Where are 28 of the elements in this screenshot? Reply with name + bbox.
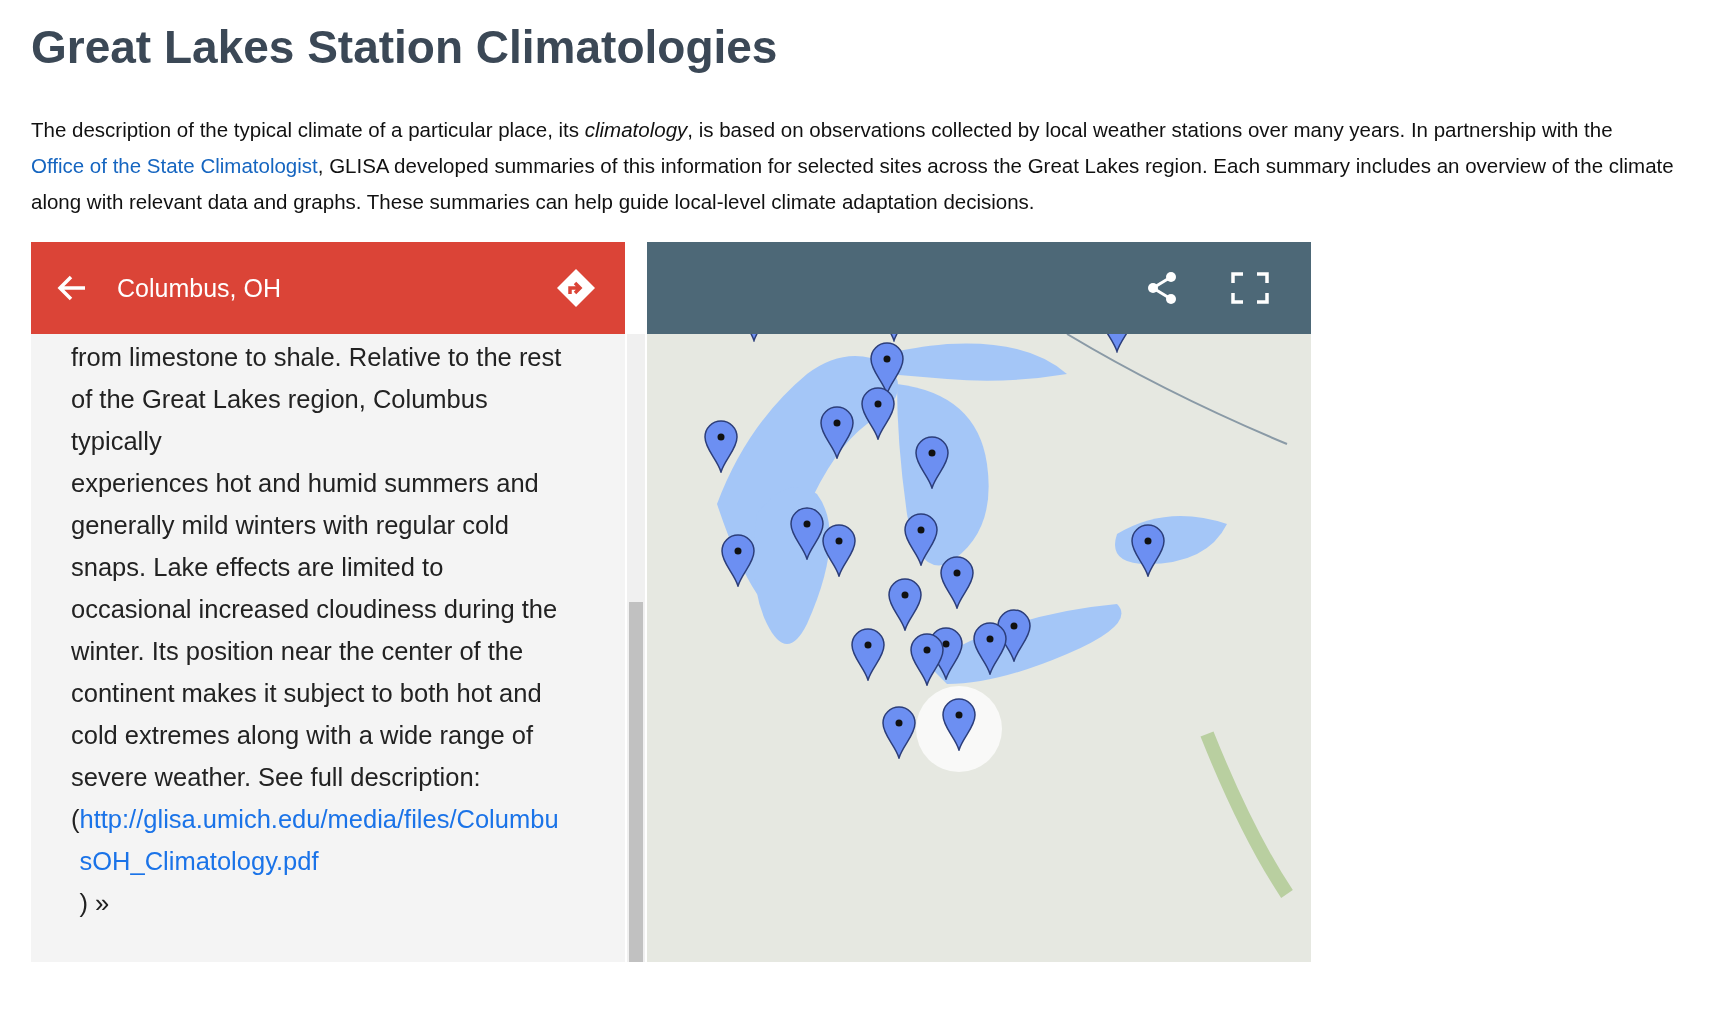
map-pin-icon[interactable] bbox=[819, 404, 856, 459]
directions-icon[interactable] bbox=[555, 267, 597, 309]
map-pin-icon[interactable] bbox=[1130, 522, 1167, 577]
map-pin-icon[interactable] bbox=[703, 418, 740, 473]
map-pin-icon[interactable] bbox=[941, 697, 978, 752]
paren-text: ( bbox=[71, 804, 80, 835]
map-pin-icon[interactable] bbox=[908, 631, 945, 686]
map-pin-icon[interactable] bbox=[972, 620, 1009, 675]
map-pin-icon[interactable] bbox=[886, 577, 923, 632]
map-pin-icon[interactable] bbox=[859, 385, 896, 440]
fullscreen-icon[interactable] bbox=[1231, 272, 1269, 304]
description-text: experiences hot and humid summers and generally mild winters with regular cold snaps. Lake effects are limited to occasional increased cloudiness during the winter. Its position near the center of the continent makes it subject to both hot and cold extremes along with a wide range of severe weather. See full description: bbox=[71, 468, 559, 793]
pdf-link[interactable]: http://glisa.umich.edu/media/files/ColumbusOH_Climatology.pdf bbox=[79, 798, 569, 882]
share-icon[interactable] bbox=[1145, 271, 1179, 305]
back-arrow-icon[interactable] bbox=[57, 274, 87, 302]
link-suffix-text: ) » bbox=[79, 889, 110, 917]
map-pin-icon[interactable] bbox=[719, 533, 756, 588]
station-title: Columbus, OH bbox=[117, 273, 282, 303]
map-pin-icon[interactable] bbox=[914, 435, 951, 490]
map-pin-icon[interactable] bbox=[903, 511, 940, 566]
map-pin-icon[interactable] bbox=[939, 555, 976, 610]
map-pin-icon[interactable] bbox=[849, 627, 886, 682]
page-title: Great Lakes Station Climatologies bbox=[31, 20, 779, 74]
map-pin-icon[interactable] bbox=[821, 522, 858, 577]
map-pin-icon[interactable] bbox=[881, 704, 918, 759]
intro-paragraph: The description of the typical climate of a particular place, its climatology, is based on observations collected by local weather stations over many years. In partnership with the Office of the State Climatologist, GLISA developed summaries of this information for selected sites across the Great Lakes region. Each summary includes an overview of the climate along with relevant data and graphs. These summaries can help guide local-level climate adaptation decisions. bbox=[31, 117, 1675, 215]
climatologist-link[interactable]: Office of the State Climatologist bbox=[31, 154, 318, 177]
map-pin-icon[interactable] bbox=[788, 506, 825, 561]
